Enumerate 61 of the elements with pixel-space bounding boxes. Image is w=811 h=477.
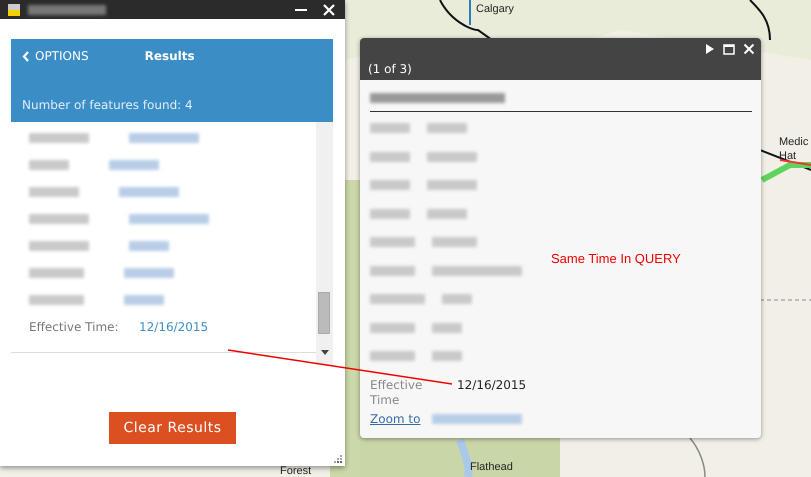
blurred-text [29, 132, 89, 142]
chevron-left-icon [22, 50, 30, 62]
annotation-text: Same Time In QUERY [551, 251, 681, 266]
popup-counter: (1 of 3) [368, 62, 412, 76]
road-line [749, 0, 771, 40]
blurred-text [370, 294, 425, 304]
blurred-text [370, 208, 410, 218]
blurred-text [370, 180, 410, 190]
blurred-text [427, 123, 467, 133]
lake-shape [456, 438, 472, 477]
blurred-text [427, 152, 477, 162]
field-label: Effective Time: [29, 320, 120, 334]
blurred-text [370, 152, 410, 162]
features-count: Number of features found: 4 [22, 98, 194, 112]
blurred-text [427, 208, 467, 218]
panel-title: Results [144, 49, 195, 63]
field-label: Effective Time [370, 378, 424, 408]
close-icon[interactable] [322, 2, 336, 16]
road-line [689, 438, 706, 477]
blurred-text [124, 294, 164, 304]
blurred-text [432, 322, 462, 332]
blurred-text [427, 180, 477, 190]
app-icon [8, 4, 20, 16]
map-label: Calgary [476, 3, 514, 15]
field-value: 12/16/2015 [457, 378, 526, 392]
blurred-text [29, 294, 84, 304]
river-line [469, 0, 471, 25]
highlighted-road-line [760, 162, 811, 183]
blurred-text [29, 186, 79, 196]
blurred-text [29, 214, 89, 224]
blurred-text [370, 351, 415, 361]
blurred-text [29, 160, 69, 170]
blurred-text [124, 268, 174, 278]
clear-results-button[interactable]: Clear Results [109, 412, 236, 444]
scrollbar-thumb[interactable] [318, 292, 330, 334]
options-back-button[interactable]: OPTIONS [22, 49, 89, 63]
blurred-text [442, 294, 472, 304]
scroll-down-icon[interactable] [320, 350, 328, 355]
blurred-text [129, 132, 199, 142]
blurred-text [432, 351, 462, 361]
blurred-text [29, 240, 89, 250]
close-icon[interactable] [743, 43, 755, 55]
blurred-text [432, 237, 477, 247]
blurred-text [370, 266, 415, 276]
map-label: Flathead [470, 461, 513, 473]
blurred-text [370, 322, 415, 332]
maximize-icon[interactable] [723, 44, 735, 54]
map-label: Medic [779, 136, 808, 148]
blurred-text [370, 123, 410, 133]
scrollbar[interactable] [316, 122, 333, 365]
blurred-text [129, 240, 169, 250]
blurred-text [370, 237, 415, 247]
blurred-text [119, 186, 179, 196]
blurred-text [29, 268, 84, 278]
field-value: 12/16/2015 [139, 320, 208, 334]
resize-grip-icon[interactable] [333, 454, 343, 464]
map-label: Forest [280, 465, 312, 477]
zoom-to-link[interactable]: Zoom to [370, 412, 420, 426]
play-icon[interactable] [705, 43, 715, 55]
blurred-text [109, 160, 159, 170]
map-label: Hat [779, 150, 796, 162]
